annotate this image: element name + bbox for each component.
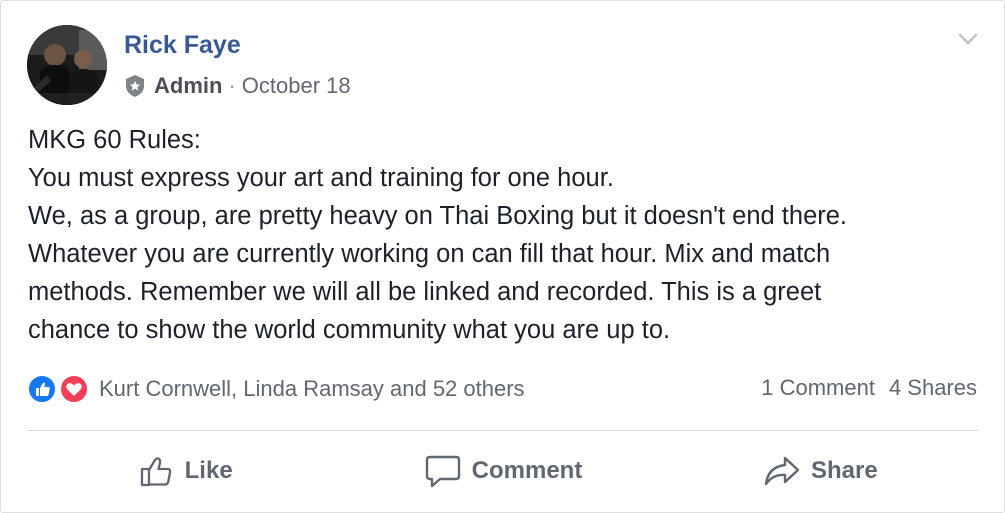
post-line: Whatever you are currently working on ca… [28, 240, 831, 268]
comment-label: Comment [471, 457, 583, 484]
post-line: MKG 60 Rules: [28, 126, 201, 154]
engagement-counts: 1 Comment 4 Shares [761, 375, 977, 401]
post-options-chevron-icon[interactable] [956, 29, 980, 49]
post-line: chance to show the world community what … [28, 316, 671, 344]
comment-button[interactable]: Comment [344, 441, 661, 501]
reaction-icons [27, 373, 93, 405]
actions-divider [27, 430, 979, 431]
post-body: MKG 60 Rules: You must express your art … [28, 121, 978, 349]
reactions-summary[interactable]: Kurt Cornwell, Linda Ramsay and 52 other… [27, 373, 525, 405]
admin-badge-icon [124, 74, 146, 98]
post-line: You must express your art and training f… [28, 164, 614, 192]
meta-separator: · [228, 73, 236, 98]
post-card: Rick Faye Admin · October 18 MKG 60 Rule… [0, 0, 1005, 513]
post-meta: Admin · October 18 [124, 73, 351, 99]
post-line: We, as a group, are pretty heavy on Thai… [28, 202, 848, 230]
share-count[interactable]: 4 Shares [889, 375, 977, 401]
comment-bubble-icon [425, 455, 460, 488]
post-line: methods. Remember we will all be linked … [28, 278, 822, 306]
comment-count[interactable]: 1 Comment [761, 375, 875, 401]
post-date[interactable]: October 18 [242, 73, 351, 99]
like-button[interactable]: Like [27, 441, 344, 501]
post-actions: Like Comment Share [27, 441, 979, 501]
thumbs-up-icon [140, 457, 171, 487]
reaction-names[interactable]: Kurt Cornwell, Linda Ramsay and 52 other… [99, 376, 525, 402]
avatar-photo [27, 25, 107, 105]
share-label: Share [810, 457, 878, 484]
love-reaction-icon [59, 374, 89, 404]
share-button[interactable]: Share [662, 441, 979, 501]
like-reaction-icon [27, 374, 57, 404]
admin-role-label[interactable]: Admin [154, 73, 222, 99]
share-arrow-icon [764, 456, 800, 486]
author-name[interactable]: Rick Faye [124, 31, 241, 60]
like-label: Like [184, 457, 233, 484]
author-avatar[interactable] [27, 25, 107, 105]
